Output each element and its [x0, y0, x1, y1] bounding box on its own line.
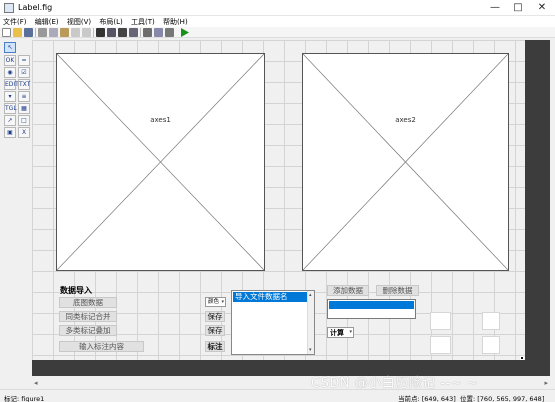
data-popup-selected-row[interactable] [329, 301, 414, 309]
list-item[interactable]: 导入文件数据名 [233, 292, 307, 302]
input-label-button[interactable]: 输入标注内容 [59, 341, 144, 352]
menu-tools[interactable]: 工具(T) [128, 16, 158, 27]
add-data-button[interactable]: 添加数据 [327, 285, 369, 296]
blank-button-1[interactable] [430, 312, 451, 330]
window-title: Label.fig [18, 3, 53, 12]
maximize-button[interactable]: □ [506, 0, 530, 16]
radio-button-icon[interactable]: ◉ [4, 67, 16, 78]
axes2-label: axes2 [395, 116, 416, 124]
cut-icon[interactable] [38, 28, 47, 37]
figure-resize-handle[interactable] [520, 356, 524, 360]
edit-text-icon[interactable]: EDIT [4, 79, 19, 90]
save-icon[interactable] [24, 28, 33, 37]
merge-same-marks-button[interactable]: 同类标记合并 [59, 311, 117, 322]
annotate-button[interactable]: 标注 [205, 341, 225, 352]
slider-icon[interactable]: ═ [18, 55, 30, 66]
table-icon[interactable]: ▦ [18, 103, 30, 114]
compute-popup-value: 计算 [330, 328, 344, 337]
listbox-icon[interactable]: ≡ [18, 91, 30, 102]
data-popup-list[interactable] [327, 299, 416, 319]
status-position: 位置: [760, 565, 997, 648] [460, 395, 545, 402]
delete-data-button[interactable]: 删除数据 [376, 285, 419, 296]
menu-help[interactable]: 帮助(H) [160, 16, 191, 27]
toggle-button-icon[interactable]: TGL [4, 103, 17, 114]
undo-icon[interactable] [71, 28, 80, 37]
file-listbox[interactable]: 导入文件数据名 ▴ ▾ [231, 290, 315, 355]
component-palette: ↖ OK ═ ◉ ☑ EDIT TXT ▾ ≡ TGL ▦ ↗ □ ▣ X [2, 40, 31, 144]
panel-icon[interactable]: □ [18, 115, 30, 126]
status-current-point: 当前点: [649, 643] [398, 395, 456, 402]
figure-area[interactable]: axes1 axes2 数据导入 底图数据 同类标记合并 多类标记叠加 输入标注… [32, 40, 517, 359]
save-button-1[interactable]: 保存 [205, 311, 225, 322]
scroll-left-icon[interactable]: ◂ [34, 379, 38, 387]
data-import-title: 数据导入 [60, 285, 92, 295]
checkbox-icon[interactable]: ☑ [18, 67, 30, 78]
minimize-button[interactable]: — [483, 0, 507, 16]
color-popup-value: 颜色 [208, 299, 220, 305]
new-file-icon[interactable] [2, 28, 11, 37]
figure-app-icon [4, 3, 14, 13]
base-data-button[interactable]: 底图数据 [59, 297, 117, 308]
menu-file[interactable]: 文件(F) [0, 16, 30, 27]
scroll-up-icon[interactable]: ▴ [309, 292, 312, 298]
blank-button-4[interactable] [482, 336, 500, 354]
activex-icon[interactable]: X [18, 127, 30, 138]
m-file-icon[interactable] [143, 28, 152, 37]
blank-button-3[interactable] [430, 336, 451, 354]
chevron-down-icon: ▾ [349, 329, 352, 335]
save-button-2[interactable]: 保存 [205, 325, 225, 336]
axes2-placeholder-cross [303, 54, 508, 270]
layout-canvas[interactable]: axes1 axes2 数据导入 底图数据 同类标记合并 多类标记叠加 输入标注… [32, 40, 525, 360]
menu-bar: 文件(F) 编辑(E) 视图(V) 布局(L) 工具(T) 帮助(H) [0, 16, 555, 27]
color-popup[interactable]: 颜色 ▾ [205, 297, 226, 307]
axes1[interactable]: axes1 [56, 53, 265, 271]
axes2[interactable]: axes2 [302, 53, 509, 271]
menu-edit[interactable]: 编辑(E) [32, 16, 62, 27]
status-tag: 标记: figure1 [4, 395, 45, 402]
axes1-label: axes1 [150, 116, 171, 124]
popup-menu-icon[interactable]: ▾ [4, 91, 16, 102]
axes-icon[interactable]: ↗ [4, 115, 16, 126]
menu-view[interactable]: 视图(V) [64, 16, 94, 27]
run-icon[interactable] [180, 28, 189, 37]
scroll-right-icon[interactable]: ▸ [544, 379, 548, 387]
blank-button-2[interactable] [482, 312, 500, 330]
close-button[interactable]: ✕ [530, 0, 554, 16]
axes1-placeholder-cross [57, 54, 264, 270]
chevron-down-icon: ▾ [221, 299, 224, 305]
property-inspector-icon[interactable] [154, 28, 163, 37]
compute-popup[interactable]: 计算 ▾ [327, 327, 354, 338]
copy-icon[interactable] [49, 28, 58, 37]
status-bar: 标记: figure1 当前点: [649, 643] 位置: [760, 56… [0, 389, 555, 402]
toolbar-editor-icon[interactable] [129, 28, 138, 37]
menu-layout[interactable]: 布局(L) [96, 16, 125, 27]
title-bar: Label.fig — □ ✕ [0, 0, 555, 16]
menu-editor-icon[interactable] [107, 28, 116, 37]
select-arrow-icon[interactable]: ↖ [4, 42, 16, 53]
scroll-down-icon[interactable]: ▾ [309, 347, 312, 353]
paste-icon[interactable] [60, 28, 69, 37]
object-browser-icon[interactable] [165, 28, 174, 37]
open-folder-icon[interactable] [13, 28, 22, 37]
button-group-icon[interactable]: ▣ [4, 127, 16, 138]
align-icon[interactable] [96, 28, 105, 37]
toolbar [0, 27, 555, 38]
static-text-icon[interactable]: TXT [18, 79, 30, 90]
tab-order-icon[interactable] [118, 28, 127, 37]
listbox-scrollbar[interactable]: ▴ ▾ [307, 291, 314, 354]
redo-icon[interactable] [82, 28, 91, 37]
push-button-icon[interactable]: OK [4, 55, 16, 66]
overlay-multi-marks-button[interactable]: 多类标记叠加 [59, 325, 117, 336]
